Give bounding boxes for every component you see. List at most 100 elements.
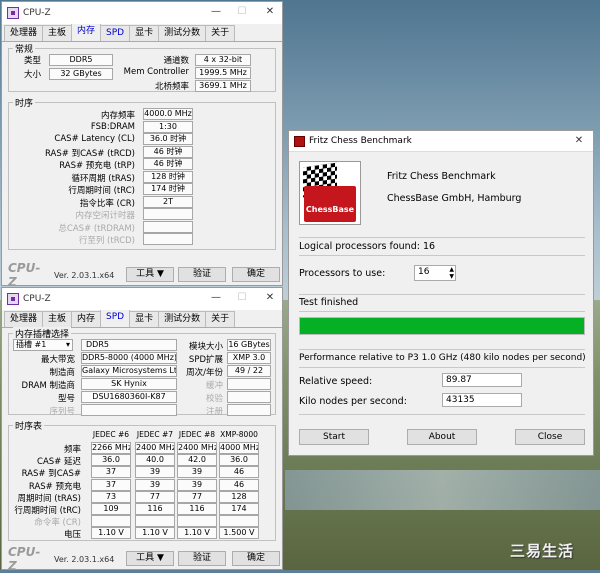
manufacturer-value: Galaxy Microsystems Ltd. <box>81 365 177 377</box>
table-cell: 77 <box>135 490 175 503</box>
table-cell: 39 <box>135 478 175 491</box>
table-header: JEDEC #6 <box>92 430 130 439</box>
tab-bar: 处理器 主板 内存 SPD 显卡 测试分数 关于 <box>2 23 282 42</box>
ok-button[interactable]: 确定 <box>232 267 280 282</box>
close-button[interactable]: ✕ <box>256 2 284 24</box>
tab-about[interactable]: 关于 <box>205 311 236 327</box>
week-year-value: 49 / 22 <box>227 365 271 377</box>
close-dialog-button[interactable]: Close <box>515 429 585 445</box>
table-row-label: 行周期时间 (tRC) <box>14 506 81 516</box>
tab-about[interactable]: 关于 <box>205 25 236 41</box>
progress-fill <box>300 318 584 334</box>
tab-bench[interactable]: 测试分数 <box>158 25 207 41</box>
cpuz-logo: CPU-Z <box>8 545 41 573</box>
tools-label: 工具 <box>136 269 155 279</box>
timing-value: 1:30 <box>143 120 193 133</box>
start-button[interactable]: Start <box>299 429 369 445</box>
footer: CPU-Z Ver. 2.03.1.x64 工具 ▼ 验证 确定 <box>2 261 282 289</box>
module-size-label: 模块大小 <box>188 342 223 352</box>
tab-cpu[interactable]: 处理器 <box>4 311 44 327</box>
processors-spinner[interactable]: 16 ▲ ▼ <box>414 265 456 281</box>
spinner-down-icon[interactable]: ▼ <box>449 273 454 280</box>
chessboard-app-icon <box>294 135 305 147</box>
max-bandwidth-value: DDR5-8000 (4000 MHz) <box>81 352 177 364</box>
table-cell: 39 <box>135 466 175 479</box>
tab-graphics[interactable]: 显卡 <box>129 25 160 41</box>
timing-label: 行周期时间 (tRC) <box>68 186 135 196</box>
table-cell: 128 <box>219 490 259 503</box>
type-value: DDR5 <box>49 54 113 66</box>
minimize-button[interactable]: — <box>202 2 230 24</box>
table-cell: 1.10 V <box>135 527 175 540</box>
tools-button[interactable]: 工具 ▼ <box>126 551 174 566</box>
tab-mainboard[interactable]: 主板 <box>42 311 73 327</box>
maximize-button[interactable]: ☐ <box>228 288 256 310</box>
table-row-label: 电压 <box>63 530 81 541</box>
relative-speed-value: 89.87 <box>442 373 522 387</box>
kilo-nodes-value: 43135 <box>442 393 522 407</box>
table-cell: 116 <box>135 503 175 515</box>
tools-label: 工具 <box>136 553 155 563</box>
chessbase-logo: ChessBase <box>299 161 361 225</box>
timing-value: 46 时钟 <box>143 145 193 158</box>
table-row-label: RAS# 到CAS# <box>21 469 81 480</box>
timing-label: CAS# Latency (CL) <box>54 134 135 144</box>
registered-value <box>227 404 271 416</box>
tab-spd[interactable]: SPD <box>100 25 131 41</box>
cpuz-logo: CPU-Z <box>8 261 41 289</box>
tab-mainboard[interactable]: 主板 <box>42 25 73 41</box>
channels-value: 4 x 32-bit <box>195 54 251 66</box>
tab-cpu[interactable]: 处理器 <box>4 25 44 41</box>
tab-graphics[interactable]: 显卡 <box>129 311 160 327</box>
cpuz-memory-window: CPU-Z — ☐ ✕ 处理器 主板 内存 SPD 显卡 测试分数 关于 常规 … <box>1 1 284 289</box>
timing-value: 4000.0 MHz <box>143 108 193 120</box>
timing-value: 174 时钟 <box>143 183 193 195</box>
tab-memory[interactable]: 内存 <box>71 23 102 41</box>
close-button[interactable]: ✕ <box>256 288 284 310</box>
minimize-button[interactable]: — <box>202 288 230 310</box>
general-group: 常规 类型 DDR5 大小 32 GBytes 通道数 4 x 32-bit M… <box>8 42 276 92</box>
module-type-value: DDR5 <box>81 339 177 351</box>
kilo-nodes-label: Kilo nodes per second: <box>299 396 407 407</box>
close-button[interactable]: ✕ <box>565 131 593 153</box>
table-cell: 2400 MHz <box>135 442 175 454</box>
table-cell: 46 <box>219 478 259 491</box>
part-number-value: DSU1680360I-K87 <box>81 391 177 403</box>
spinner-up-icon[interactable]: ▲ <box>449 266 454 273</box>
tab-spd[interactable]: SPD <box>100 309 131 327</box>
table-cell <box>91 515 131 528</box>
table-cell <box>177 515 217 528</box>
correction-value <box>227 391 271 403</box>
buffered-value <box>227 378 271 390</box>
module-size-value: 16 GBytes <box>227 339 271 351</box>
slot-select[interactable]: 插槽 #1 ▾ <box>13 339 73 351</box>
tools-button[interactable]: 工具 ▼ <box>126 267 174 282</box>
chevron-down-icon: ▾ <box>65 340 70 349</box>
cpuz-titlebar: CPU-Z — ☐ ✕ <box>2 288 282 310</box>
window-title: Fritz Chess Benchmark <box>309 136 412 146</box>
table-cell: 39 <box>177 466 217 479</box>
version-text: Ver. 2.03.1.x64 <box>54 554 115 564</box>
channels-label: 通道数 <box>163 56 189 66</box>
tab-memory[interactable]: 内存 <box>71 311 102 327</box>
timing-table-group: 时序表 JEDEC #6 JEDEC #7 JEDEC #8 XMP-8000 频率 22… <box>8 419 276 541</box>
table-header: JEDEC #7 <box>136 430 174 439</box>
fritz-window: Fritz Chess Benchmark ✕ ChessBase Fritz … <box>288 130 594 456</box>
timings-group: 时序 内存频率 4000.0 MHz FSB:DRAM 1:30 CAS# Latenc… <box>8 96 276 250</box>
company-name: ChessBase GmbH, Hamburg <box>387 193 522 204</box>
table-cell: 37 <box>91 466 131 479</box>
ok-button[interactable]: 确定 <box>232 551 280 566</box>
validate-button[interactable]: 验证 <box>178 267 226 282</box>
table-row-label: RAS# 预充电 <box>28 481 81 492</box>
about-button[interactable]: About <box>407 429 477 445</box>
correction-label: 校验 <box>205 394 223 404</box>
cpuz-app-icon <box>7 293 19 305</box>
processors-label: Processors to use: <box>299 268 386 279</box>
size-label: 大小 <box>23 70 41 80</box>
processors-value: 16 <box>418 267 430 277</box>
table-cell: 116 <box>177 503 217 515</box>
tab-bench[interactable]: 测试分数 <box>158 311 207 327</box>
validate-button[interactable]: 验证 <box>178 551 226 566</box>
maximize-button[interactable]: ☐ <box>228 2 256 24</box>
timing-value: 46 时钟 <box>143 158 193 170</box>
